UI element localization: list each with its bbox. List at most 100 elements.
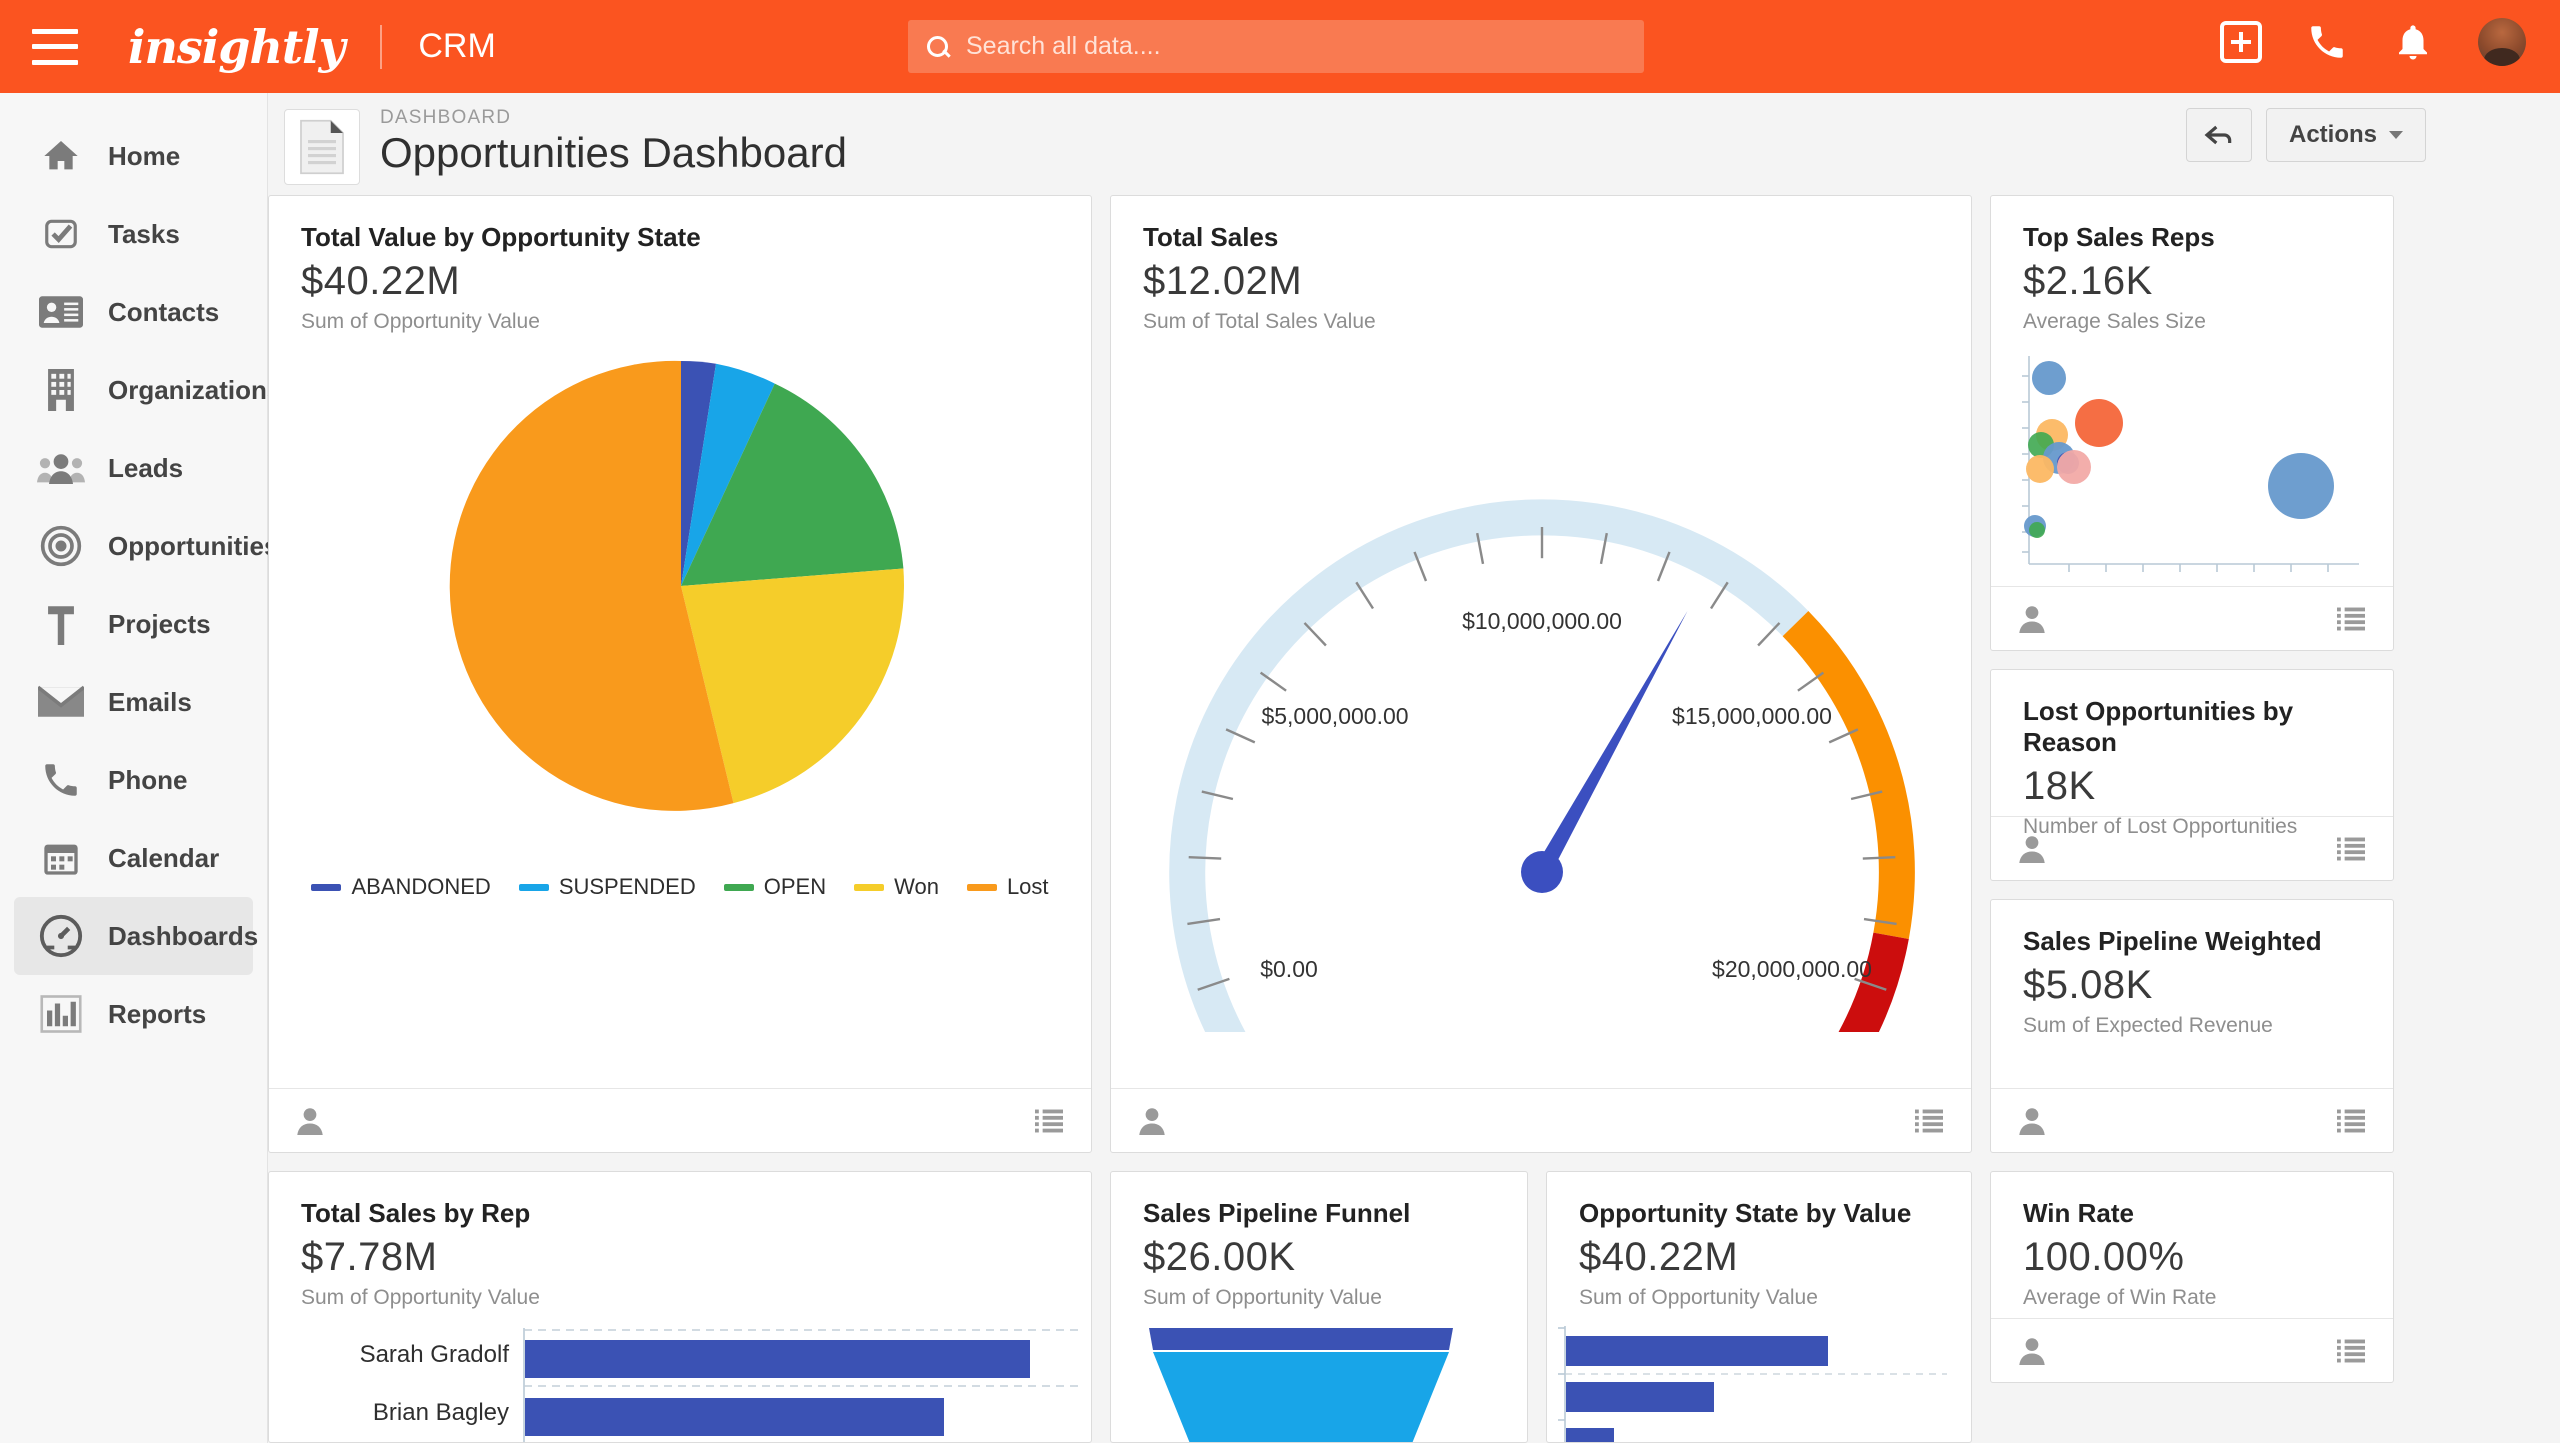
card-lost-opportunities-by-reason[interactable]: Lost Opportunities by Reason 18K Number …	[1990, 669, 2394, 881]
sidebar-item-opportunities[interactable]: Opportunities	[14, 507, 278, 585]
target-icon	[36, 523, 86, 569]
task-check-icon	[36, 211, 86, 257]
sidebar-item-home[interactable]: Home	[14, 117, 253, 195]
actions-button[interactable]: Actions	[2265, 108, 2426, 162]
sidebar-item-projects[interactable]: Projects	[14, 585, 253, 663]
sidebar-item-dashboards[interactable]: Dashboards	[14, 897, 258, 975]
card-title: Sales Pipeline Funnel	[1143, 1198, 1411, 1228]
list-icon[interactable]	[2337, 1108, 2365, 1134]
gauge-tick-label: $10,000,000.00	[1462, 608, 1622, 634]
funnel-chart	[1149, 1328, 1453, 1442]
legend-label: SUSPENDED	[558, 874, 696, 899]
card-top-sales-reps[interactable]: Top Sales Reps $2.16K Average Sales Size	[1990, 195, 2394, 651]
card-total-sales[interactable]: Total Sales $12.02M Sum of Total Sales V…	[1110, 195, 1972, 1153]
card-subtitle: Average of Win Rate	[2023, 1286, 2217, 1309]
bar	[1566, 1382, 1714, 1412]
card-title: Win Rate	[2023, 1198, 2134, 1228]
card-sales-pipeline-weighted[interactable]: Sales Pipeline Weighted $5.08K Sum of Ex…	[1990, 899, 2394, 1153]
sidebar-item-leads[interactable]: Leads	[14, 429, 253, 507]
card-opportunity-state-by-value[interactable]: Opportunity State by Value $40.22M Sum o…	[1546, 1171, 1972, 1443]
sidebar-item-contacts[interactable]: Contacts	[14, 273, 253, 351]
main-sidebar: Home Tasks Contacts Organizations Leads …	[0, 93, 281, 1443]
user-icon[interactable]	[2019, 1107, 2045, 1135]
sidebar-item-emails[interactable]: Emails	[14, 663, 253, 741]
card-sales-pipeline-funnel[interactable]: Sales Pipeline Funnel $26.00K Sum of Opp…	[1110, 1171, 1528, 1443]
card-value: $40.22M	[1579, 1235, 1739, 1279]
page-title: Opportunities Dashboard	[380, 129, 847, 176]
envelope-icon	[36, 679, 86, 725]
user-avatar[interactable]	[2478, 18, 2526, 66]
card-value: $5.08K	[2023, 963, 2153, 1007]
bar	[1566, 1428, 1614, 1442]
global-search[interactable]	[908, 20, 1644, 73]
legend-item[interactable]: OPEN	[723, 874, 827, 900]
user-icon[interactable]	[297, 1107, 323, 1135]
bar	[525, 1398, 944, 1436]
sidebar-item-tasks[interactable]: Tasks	[14, 195, 253, 273]
bubble-points	[2024, 361, 2334, 538]
legend-item[interactable]: Won	[854, 874, 939, 900]
list-icon[interactable]	[2337, 836, 2365, 862]
list-icon[interactable]	[2337, 1338, 2365, 1364]
card-value: 100.00%	[2023, 1235, 2185, 1279]
card-win-rate[interactable]: Win Rate 100.00% Average of Win Rate	[1990, 1171, 2394, 1383]
app-name-label: CRM	[418, 27, 496, 65]
add-icon[interactable]	[2220, 21, 2262, 63]
chevron-down-icon	[2389, 131, 2403, 139]
sidebar-item-label: Organizations	[108, 374, 282, 405]
user-icon[interactable]	[1139, 1107, 1165, 1135]
legend-item[interactable]: SUSPENDED	[518, 874, 696, 900]
phone-icon[interactable]	[2306, 21, 2348, 63]
sidebar-item-label: Contacts	[108, 296, 220, 327]
list-icon[interactable]	[2337, 606, 2365, 632]
card-total-sales-by-rep[interactable]: Total Sales by Rep $7.78M Sum of Opportu…	[268, 1171, 1092, 1443]
legend-swatch	[518, 883, 549, 891]
sidebar-item-label: Opportunities	[108, 530, 279, 561]
legend-swatch	[966, 883, 997, 891]
search-input[interactable]	[950, 32, 1644, 61]
card-title: Sales Pipeline Weighted	[2023, 926, 2322, 956]
card-value: $12.02M	[1143, 259, 1303, 303]
legend-item[interactable]: Lost	[966, 874, 1049, 900]
sidebar-item-label: Tasks	[108, 218, 180, 249]
dashboard-document-icon	[284, 109, 360, 185]
user-icon[interactable]	[2019, 1337, 2045, 1365]
card-total-value-by-opportunity-state[interactable]: Total Value by Opportunity State $40.22M…	[268, 195, 1092, 1153]
back-button[interactable]	[2185, 108, 2252, 162]
hammer-icon	[36, 601, 86, 647]
gauge-tick-label: $0.00	[1260, 956, 1318, 982]
sidebar-item-reports[interactable]: Reports	[14, 975, 253, 1053]
bar-category-label: Sarah Gradolf	[360, 1341, 510, 1368]
gauge-icon	[36, 913, 86, 959]
bell-icon[interactable]	[2392, 21, 2434, 63]
legend-label: OPEN	[763, 874, 827, 899]
sidebar-item-label: Emails	[108, 686, 192, 717]
bar-chart-opportunity-state-by-value	[1558, 1326, 1947, 1442]
legend-swatch	[854, 883, 885, 891]
card-subtitle: Average Sales Size	[2023, 310, 2206, 333]
bar-chart-icon	[36, 991, 86, 1037]
card-title: Total Sales	[1143, 222, 1279, 252]
card-footer	[1991, 586, 2393, 650]
card-value: $2.16K	[2023, 259, 2153, 303]
pie-chart	[449, 360, 904, 811]
card-subtitle: Sum of Opportunity Value	[1579, 1286, 1818, 1309]
user-icon[interactable]	[2019, 605, 2045, 633]
gauge-chart: $0.00 $5,000,000.00 $10,000,000.00 $15,0…	[1169, 499, 1915, 1032]
people-icon	[36, 445, 86, 491]
card-subtitle: Sum of Opportunity Value	[301, 310, 540, 333]
card-subtitle: Sum of Opportunity Value	[1143, 1286, 1382, 1309]
card-footer	[1991, 816, 2393, 880]
list-icon[interactable]	[1035, 1108, 1063, 1134]
card-value: $26.00K	[1143, 1235, 1296, 1279]
calendar-icon	[36, 835, 86, 881]
list-icon[interactable]	[1915, 1108, 1943, 1134]
legend-label: ABANDONED	[351, 874, 491, 899]
sidebar-item-organizations[interactable]: Organizations	[14, 351, 281, 429]
user-icon[interactable]	[2019, 835, 2045, 863]
sidebar-item-phone[interactable]: Phone	[14, 741, 253, 819]
sidebar-item-calendar[interactable]: Calendar	[14, 819, 253, 897]
legend-item[interactable]: ABANDONED	[311, 874, 491, 900]
card-title: Opportunity State by Value	[1579, 1198, 1912, 1228]
hamburger-menu-icon[interactable]	[32, 28, 78, 65]
